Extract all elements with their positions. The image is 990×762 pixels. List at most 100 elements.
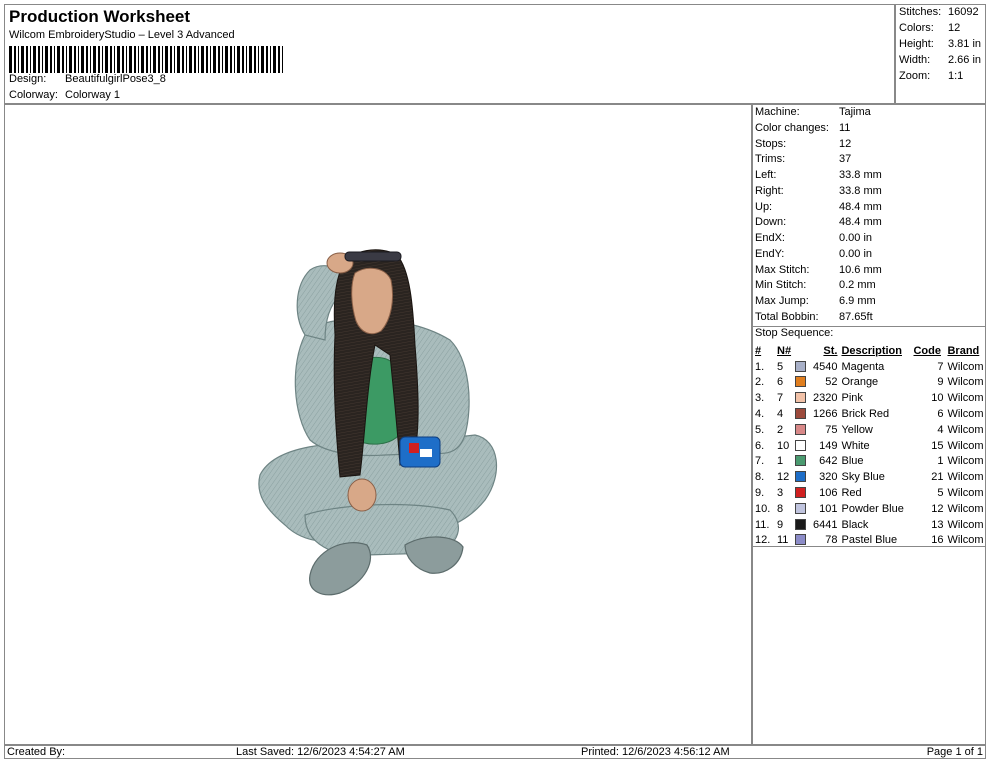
barcode-bar bbox=[153, 46, 156, 73]
barcode-bar bbox=[237, 46, 240, 73]
info-value: 48.4 mm bbox=[839, 216, 882, 229]
row-swatch bbox=[795, 406, 813, 422]
summary-stitches: Stitches: 16092 bbox=[899, 6, 979, 18]
barcode-bar bbox=[273, 46, 276, 73]
barcode-bar bbox=[150, 46, 151, 73]
machine-info-row: Right: 33.8 mm bbox=[755, 185, 882, 197]
last-saved: Last Saved: 12/6/2023 4:54:27 AM bbox=[236, 746, 405, 758]
row-brand: Wilcom bbox=[947, 392, 984, 405]
machine-info-row: Max Jump: 6.9 mm bbox=[755, 295, 876, 307]
row-code: 5 bbox=[937, 487, 944, 500]
barcode-bar bbox=[201, 46, 204, 73]
created-by: Created By: bbox=[7, 746, 66, 758]
summary-zoom: Zoom: 1:1 bbox=[899, 70, 964, 82]
summary-colors: Colors: 12 bbox=[899, 22, 961, 34]
row-description: Brick Red bbox=[841, 408, 890, 421]
colorway-row: Colorway: Colorway 1 bbox=[9, 89, 120, 101]
color-swatch bbox=[795, 471, 806, 483]
row-stitches: 1266 bbox=[813, 408, 838, 421]
row-brand: Wilcom bbox=[947, 360, 984, 373]
color-swatch bbox=[795, 360, 806, 372]
row-index: 11. bbox=[755, 518, 770, 531]
info-value: 6.9 mm bbox=[839, 295, 876, 307]
barcode-bar bbox=[45, 46, 48, 73]
info-value: 0.2 mm bbox=[839, 279, 876, 292]
row-stitches: 6441 bbox=[813, 518, 838, 531]
row-index: 1. bbox=[755, 360, 765, 373]
barcode-bar bbox=[66, 46, 67, 73]
row-needle: 4 bbox=[777, 408, 784, 421]
worksheet-footer: Created By: Last Saved: 12/6/2023 4:54:2… bbox=[4, 745, 986, 759]
row-stitches: 149 bbox=[819, 439, 838, 452]
col-needle: N# bbox=[777, 344, 792, 357]
info-value: 33.8 mm bbox=[839, 184, 882, 197]
barcode-bar bbox=[74, 46, 76, 73]
row-needle: 10 bbox=[777, 439, 790, 452]
row-brand: Wilcom bbox=[947, 471, 984, 484]
barcode-bar bbox=[117, 46, 120, 73]
barcode-bar bbox=[254, 46, 256, 73]
row-needle: 2 bbox=[777, 423, 784, 436]
info-value: 12 bbox=[839, 137, 852, 150]
info-label: Left: bbox=[755, 169, 777, 181]
divider bbox=[753, 546, 985, 547]
row-swatch bbox=[795, 359, 813, 375]
machine-info-row: Max Stitch: 10.6 mm bbox=[755, 264, 882, 276]
barcode-bar bbox=[246, 46, 247, 73]
row-index: 5. bbox=[755, 423, 765, 436]
row-swatch bbox=[795, 438, 813, 454]
table-row: 11. 9 6441 Black 13 Wilcom bbox=[755, 517, 985, 533]
barcode-bar bbox=[194, 46, 196, 73]
row-description: Yellow bbox=[841, 423, 873, 436]
row-index: 7. bbox=[755, 455, 765, 468]
barcode-bar bbox=[54, 46, 55, 73]
sleeve-patch-white bbox=[420, 449, 432, 457]
info-value: 33.8 mm bbox=[839, 169, 882, 181]
row-description: White bbox=[841, 439, 870, 452]
barcode-bar bbox=[81, 46, 84, 73]
barcode-bar bbox=[9, 46, 12, 73]
barcode-bar bbox=[90, 46, 91, 73]
machine-info-row: Down: 48.4 mm bbox=[755, 216, 882, 228]
row-brand: Wilcom bbox=[947, 439, 984, 452]
info-label: Machine: bbox=[755, 106, 800, 118]
row-brand: Wilcom bbox=[947, 376, 984, 389]
barcode-bar bbox=[170, 46, 172, 73]
stop-sequence-table: # N# St. Description Code Brand 1. 5 4540 M… bbox=[755, 343, 985, 548]
stop-sequence-label: Stop Sequence: bbox=[755, 327, 834, 339]
color-swatch bbox=[795, 392, 806, 404]
sunglasses bbox=[344, 251, 402, 262]
barcode-bar bbox=[129, 46, 132, 73]
table-row: 4. 4 1266 Brick Red 6 Wilcom bbox=[755, 406, 985, 422]
row-stitches: 106 bbox=[819, 487, 838, 500]
col-brand: Brand bbox=[947, 344, 980, 357]
info-value: Tajima bbox=[839, 106, 871, 118]
col-stitches: St. bbox=[823, 344, 838, 357]
barcode-bar bbox=[278, 46, 280, 73]
color-swatch bbox=[795, 487, 806, 499]
row-brand: Wilcom bbox=[947, 518, 984, 531]
info-value: 48.4 mm bbox=[839, 200, 882, 213]
row-swatch bbox=[795, 501, 813, 517]
row-stitches: 52 bbox=[825, 376, 838, 389]
row-code: 4 bbox=[937, 423, 944, 436]
row-swatch bbox=[795, 485, 813, 501]
barcode-bar bbox=[198, 46, 199, 73]
machine-info-row: EndX: 0.00 in bbox=[755, 232, 872, 244]
info-value: 10.6 mm bbox=[839, 263, 882, 276]
row-stitches: 2320 bbox=[813, 392, 838, 405]
summary-height: Height: 3.81 in bbox=[899, 38, 982, 50]
color-swatch bbox=[795, 376, 806, 388]
barcode-bar bbox=[141, 46, 144, 73]
barcode-bar bbox=[38, 46, 40, 73]
barcode-bar bbox=[18, 46, 19, 73]
barcode-bar bbox=[230, 46, 232, 73]
design-value: BeautifulgirlPose3_8 bbox=[65, 73, 166, 85]
info-label: Max Stitch: bbox=[755, 263, 810, 276]
row-description: Blue bbox=[841, 455, 864, 468]
barcode-bar bbox=[105, 46, 108, 73]
row-brand: Wilcom bbox=[947, 502, 984, 515]
info-value: 87.65ft bbox=[839, 310, 873, 323]
row-index: 8. bbox=[755, 471, 765, 484]
machine-info-row: Color changes: 11 bbox=[755, 122, 850, 134]
